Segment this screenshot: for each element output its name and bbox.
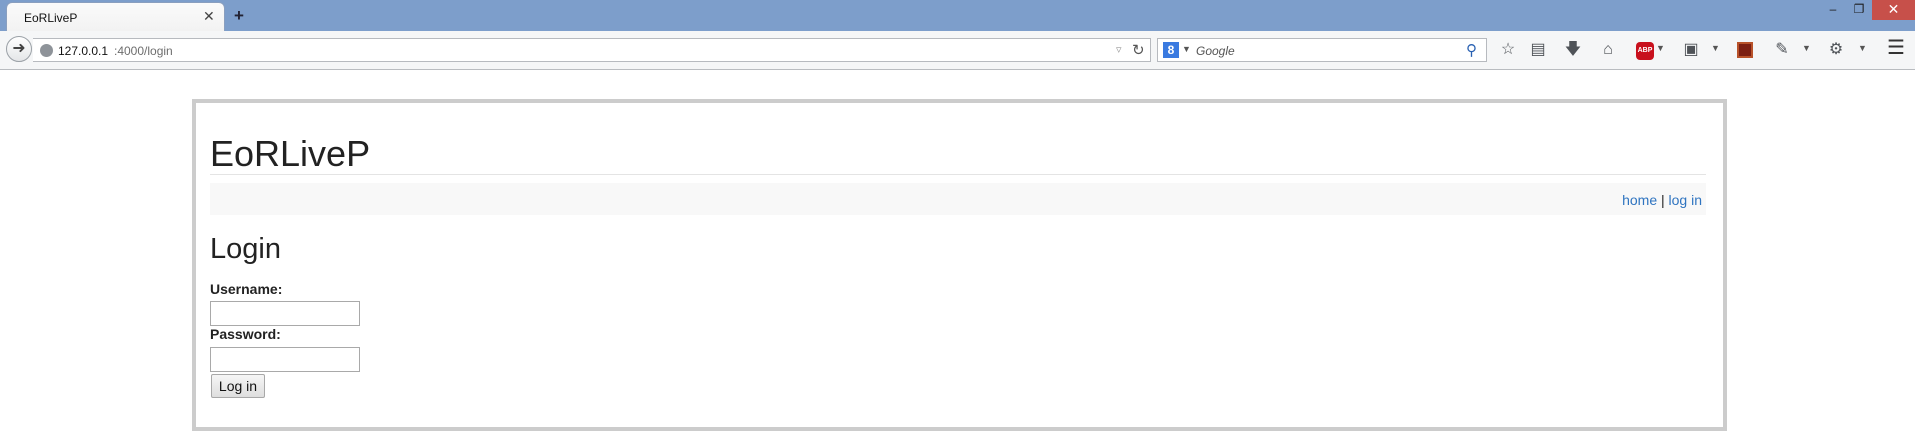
new-tab-icon[interactable]: + — [234, 6, 244, 26]
window-close-button[interactable]: ✕ — [1872, 0, 1915, 20]
password-label: Password: — [210, 326, 281, 342]
search-icon[interactable]: ⚲ — [1466, 41, 1477, 59]
address-bar[interactable]: 127.0.0.1 :4000/login ▿ ↻ — [33, 38, 1151, 62]
home-icon[interactable]: ⌂ — [1597, 41, 1619, 61]
globe-icon — [40, 44, 53, 57]
adblock-dropdown-icon[interactable]: ▼ — [1656, 43, 1665, 53]
tab-close-icon[interactable]: ✕ — [203, 8, 215, 25]
screenshot-icon[interactable]: ▣ — [1680, 41, 1702, 61]
window-minimize-button[interactable]: ‒ — [1820, 0, 1846, 20]
screenshot-dropdown-icon[interactable]: ▼ — [1711, 43, 1720, 53]
bookmark-star-icon[interactable]: ☆ — [1497, 41, 1519, 61]
browser-navbar: ➜ 127.0.0.1 :4000/login ▿ ↻ 8 ▼ Google ⚲… — [0, 31, 1915, 70]
tools-icon[interactable]: ⚙ — [1825, 41, 1847, 61]
reload-icon[interactable]: ↻ — [1132, 41, 1145, 59]
site-title: EoRLiveP — [210, 133, 371, 174]
home-link[interactable]: home — [1622, 192, 1657, 208]
url-host: 127.0.0.1 — [58, 44, 109, 58]
search-placeholder: Google — [1196, 44, 1235, 58]
adblock-plus-icon[interactable]: ABP — [1636, 42, 1654, 60]
username-label: Username: — [210, 281, 283, 297]
title-divider — [210, 174, 1706, 175]
browser-tab[interactable]: EoRLiveP ✕ — [6, 2, 225, 31]
menu-separator: | — [1657, 192, 1669, 208]
page-container: EoRLiveP home | log in Login Username: P… — [192, 99, 1727, 431]
eyedropper-icon[interactable]: ✎ — [1771, 41, 1793, 61]
google-search-engine-icon[interactable]: 8 — [1163, 42, 1179, 58]
download-icon[interactable]: 🡇 — [1562, 41, 1584, 61]
site-menu-links: home | log in — [1622, 192, 1702, 208]
search-engine-dropdown-icon[interactable]: ▼ — [1182, 44, 1191, 54]
url-path: :4000/login — [114, 44, 173, 58]
extension-icon[interactable] — [1737, 42, 1753, 58]
search-bar[interactable]: 8 ▼ Google ⚲ — [1157, 38, 1487, 62]
login-link[interactable]: log in — [1669, 192, 1702, 208]
url-history-dropdown-icon[interactable]: ▿ — [1116, 43, 1122, 56]
tools-dropdown-icon[interactable]: ▼ — [1858, 43, 1867, 53]
browser-titlebar: EoRLiveP ✕ + ‒ ❐ ✕ — [0, 0, 1915, 31]
password-field[interactable] — [210, 347, 360, 372]
login-button[interactable]: Log in — [211, 374, 265, 398]
site-menu-bar: home | log in — [210, 183, 1706, 215]
tab-title: EoRLiveP — [24, 11, 78, 25]
login-heading: Login — [210, 233, 281, 265]
back-arrow-icon[interactable]: ➜ — [6, 36, 32, 62]
reading-list-icon[interactable]: ▤ — [1527, 41, 1549, 61]
window-maximize-button[interactable]: ❐ — [1846, 0, 1872, 20]
hamburger-menu-icon[interactable]: ☰ — [1885, 38, 1907, 59]
eyedropper-dropdown-icon[interactable]: ▼ — [1802, 43, 1811, 53]
username-field[interactable] — [210, 301, 360, 326]
